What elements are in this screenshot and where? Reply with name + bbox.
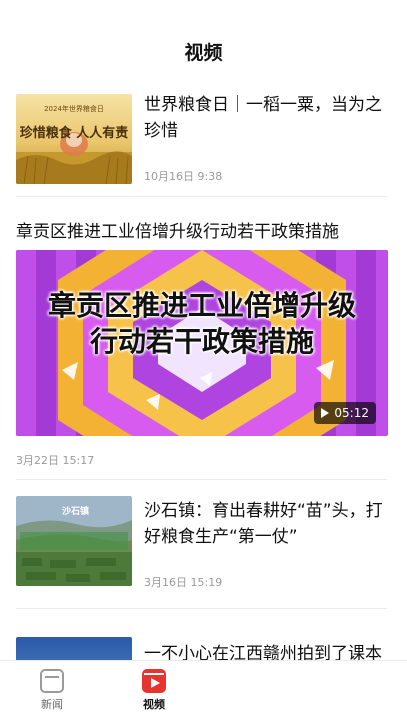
list-item[interactable]: 2024年世界粮食日 珍惜粮食 人人有责 世界粮食日｜一稻一粟，当为之珍惜 10…	[16, 88, 387, 196]
tab-news[interactable]: 新闻	[12, 661, 92, 724]
thumbnail-caption: 珍惜粮食 人人有责	[19, 126, 129, 141]
page-title: 视频	[184, 42, 223, 64]
video-thumbnail[interactable]: 沙石镇	[16, 496, 132, 586]
tab-label: 视频	[143, 698, 165, 711]
video-title[interactable]: 沙石镇：育出春耕好“苗”头，打好粮食生产“第一仗”	[144, 498, 387, 550]
video-icon	[142, 669, 166, 693]
video-thumbnail[interactable]: 章贡区推进工业倍增升级 行动若干政策措施 05:12	[16, 250, 388, 436]
duration-text: 05:12	[334, 406, 369, 420]
tab-video[interactable]: 视频	[114, 661, 194, 724]
video-feed[interactable]: 2024年世界粮食日 珍惜粮食 人人有责 世界粮食日｜一稻一粟，当为之珍惜 10…	[0, 88, 407, 724]
play-icon	[321, 408, 330, 418]
overlay-line: 行动若干政策措施	[89, 325, 314, 358]
news-icon	[40, 669, 64, 693]
video-title[interactable]: 章贡区推进工业倍增升级行动若干政策措施	[16, 217, 339, 242]
video-thumbnail[interactable]: 2024年世界粮食日 珍惜粮食 人人有责	[16, 94, 132, 184]
tab-label: 新闻	[41, 698, 63, 711]
thumbnail-tag: 沙石镇	[62, 507, 90, 517]
publish-time: 3月22日 15:17	[16, 454, 95, 467]
overlay-line: 章贡区推进工业倍增升级	[47, 289, 356, 322]
list-item[interactable]: 沙石镇 沙石镇：育出春耕好“苗”头，打好粮食生产“第一仗” 3月16日 15:1…	[16, 480, 387, 608]
video-duration-badge: 05:12	[314, 402, 376, 424]
thumbnail-caption-top: 2024年世界粮食日	[44, 105, 104, 113]
top-bar: 视频	[0, 0, 407, 88]
video-title[interactable]: 世界粮食日｜一稻一粟，当为之珍惜	[144, 92, 387, 144]
publish-time: 10月16日 9:38	[144, 170, 223, 183]
publish-time: 3月16日 15:19	[144, 576, 223, 589]
video-overlay-title: 章贡区推进工业倍增升级 行动若干政策措施	[16, 288, 388, 360]
list-item[interactable]: 章贡区推进工业倍增升级行动若干政策措施 章贡区推进工业倍增升级 行动若干政策措施…	[16, 197, 389, 479]
bottom-tab-bar: 新闻 视频	[0, 660, 407, 724]
